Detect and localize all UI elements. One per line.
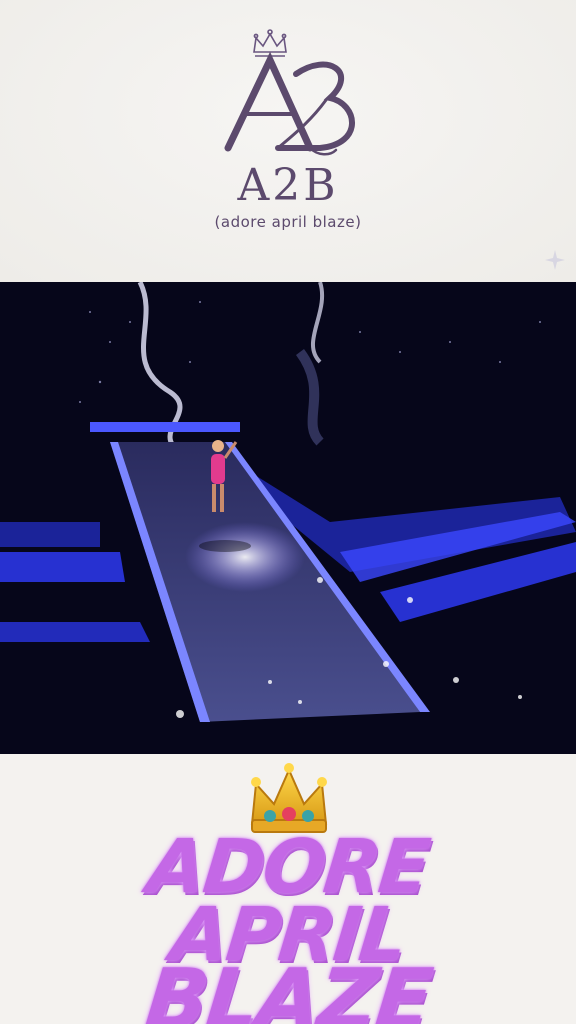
graffiti-line-blaze: BLAZE bbox=[141, 952, 435, 1024]
a2b-monogram bbox=[224, 52, 355, 156]
sparkle-icon bbox=[545, 250, 565, 270]
video-frame[interactable] bbox=[0, 282, 576, 754]
stage-scene bbox=[0, 282, 576, 754]
graffiti-panel: ADORE APRIL BLAZE bbox=[0, 754, 576, 1024]
logo-panel: A2B (adore april blaze) bbox=[0, 0, 576, 282]
brand-subtitle: (adore april blaze) bbox=[214, 213, 362, 231]
brand-title: A2B bbox=[237, 160, 339, 211]
